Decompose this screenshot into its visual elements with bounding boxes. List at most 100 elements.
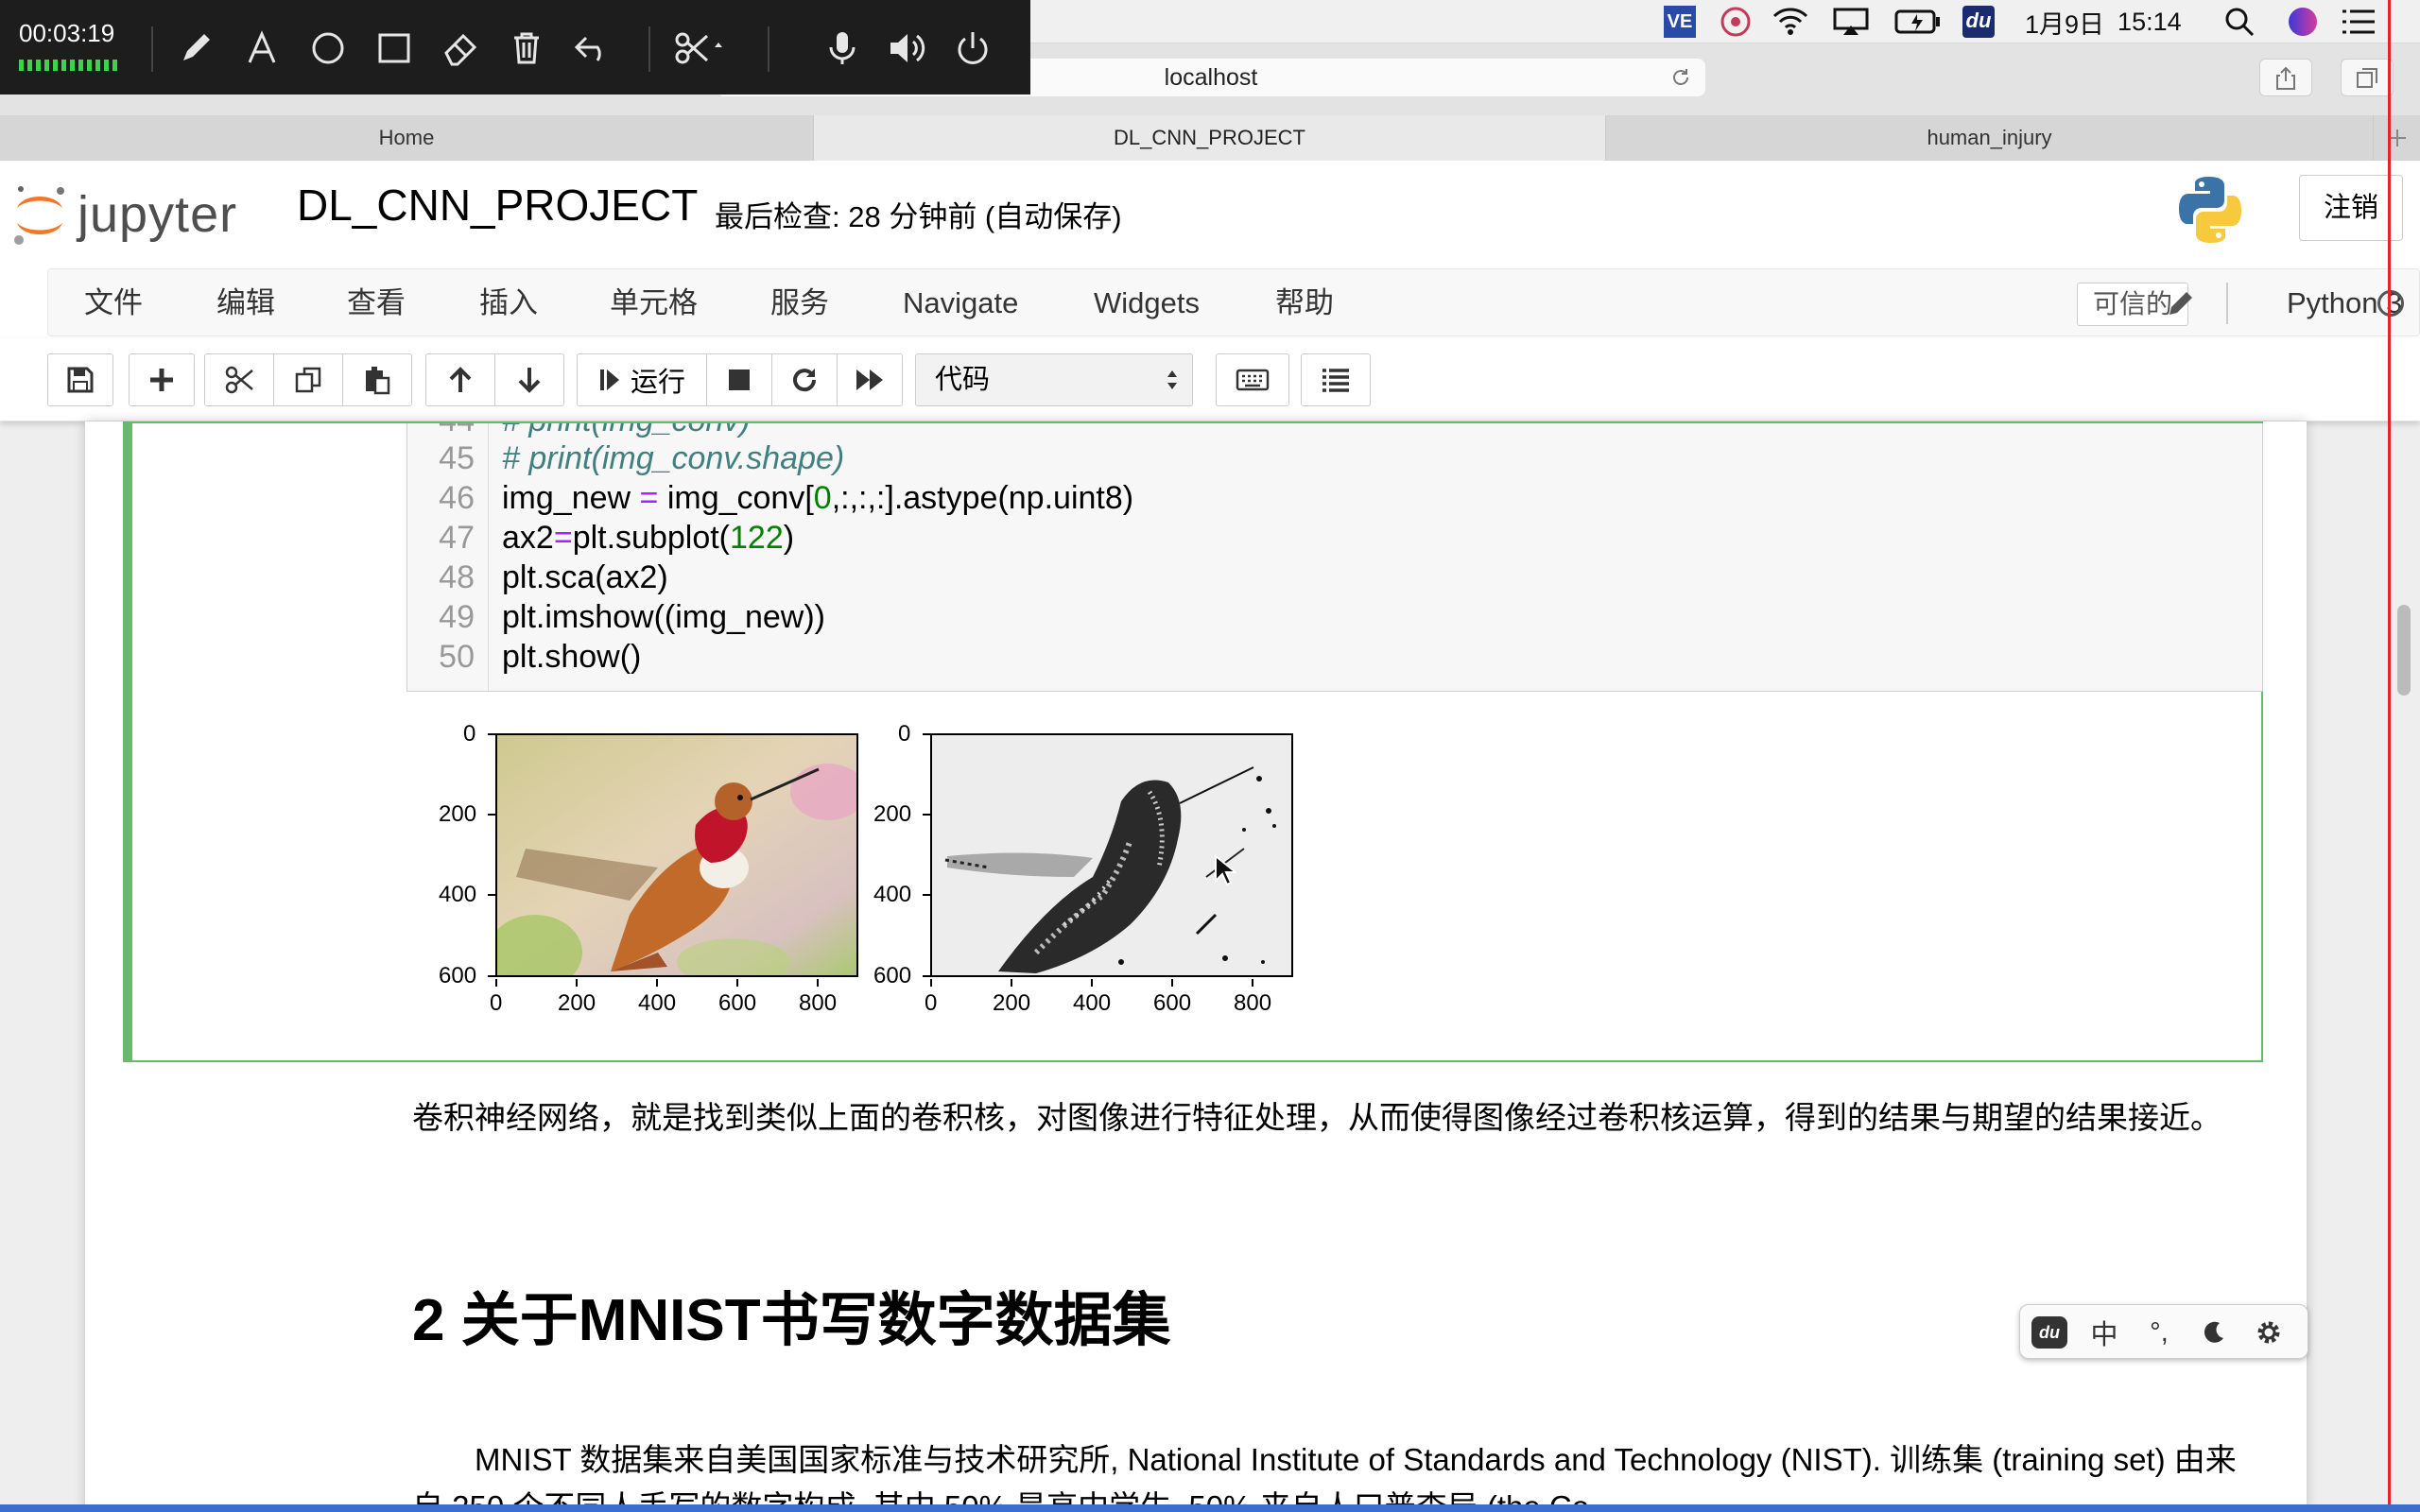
menu-file[interactable]: 文件	[84, 269, 143, 337]
page-scrollbar-thumb[interactable]	[2397, 605, 2411, 696]
gear-icon[interactable]	[2249, 1313, 2289, 1352]
x-tick-label: 200	[558, 990, 596, 1016]
x-tick-label: 600	[1153, 990, 1192, 1016]
notebook-title[interactable]: DL_CNN_PROJECT	[297, 180, 698, 231]
code-cell-selected[interactable]: 44 45 46 47 48 49 50 # print(img_conv) #…	[123, 421, 2263, 1062]
code-line: # print(img_conv)	[502, 423, 751, 439]
dock-edge	[0, 1504, 2420, 1512]
airplay-icon[interactable]	[1832, 0, 1870, 43]
tab-label: DL_CNN_PROJECT	[1114, 126, 1305, 149]
chinese-mode-toggle[interactable]: 中	[2084, 1313, 2124, 1352]
du-icon[interactable]: du	[1962, 0, 1995, 43]
edit-pencil-icon[interactable]	[2166, 288, 2196, 318]
menubar-date: 1月9日	[2025, 9, 2105, 39]
x-tick-label: 0	[925, 990, 938, 1016]
tab-home[interactable]: Home	[0, 115, 814, 161]
y-tick-label: 600	[439, 963, 477, 988]
line-number: 46	[439, 480, 475, 516]
text-icon[interactable]	[242, 28, 282, 68]
menu-help[interactable]: 帮助	[1275, 269, 1334, 337]
copy-icon	[295, 367, 321, 393]
menu-kernel[interactable]: 服务	[770, 269, 829, 337]
jupyter-logo[interactable]: jupyter	[11, 178, 257, 253]
save-button[interactable]	[47, 353, 113, 406]
list-icon[interactable]	[2341, 0, 2377, 43]
clock[interactable]: 1月9日 15:14	[2025, 0, 2182, 43]
restart-button[interactable]	[771, 353, 838, 406]
speaker-icon[interactable]	[887, 28, 926, 68]
run-button[interactable]: 运行	[577, 353, 707, 406]
pen-icon[interactable]	[176, 28, 216, 68]
line-number: 47	[439, 520, 475, 556]
code-line: plt.show()	[502, 639, 642, 675]
x-tick-label: 0	[490, 990, 503, 1016]
paste-button[interactable]	[342, 353, 412, 406]
menu-cell[interactable]: 单元格	[610, 269, 698, 337]
tab-human-injury[interactable]: human_injury	[1606, 115, 2374, 161]
menu-widgets[interactable]: Widgets	[1094, 269, 1200, 337]
reload-icon[interactable]	[1669, 66, 1692, 89]
copy-button[interactable]	[273, 353, 343, 406]
punctuation-toggle[interactable]: °,	[2139, 1313, 2179, 1352]
trash-icon[interactable]	[507, 28, 546, 68]
menu-edit[interactable]: 编辑	[216, 269, 275, 337]
line-number: 50	[439, 639, 475, 675]
screen-recorder-panel: 00:03:19	[0, 0, 1030, 94]
mouse-cursor-icon	[1215, 854, 1236, 886]
cell-output-plot: 0 200 400 600 0 200 400 600 800 0 200 40…	[406, 707, 1446, 1057]
keyboard-icon	[1236, 369, 1270, 391]
x-tick-label: 200	[993, 990, 1031, 1016]
circle-icon[interactable]	[308, 28, 348, 68]
du-icon[interactable]: du	[2030, 1313, 2069, 1352]
rectangle-icon[interactable]	[374, 28, 414, 68]
y-tick-label: 400	[439, 882, 477, 907]
cell-type-value: 代码	[935, 365, 991, 395]
tab-label: Home	[378, 126, 435, 149]
python-logo-icon	[2176, 174, 2244, 246]
ve-icon[interactable]: VE	[1664, 0, 1696, 43]
x-tick-label: 400	[1073, 990, 1112, 1016]
insert-cell-button[interactable]	[129, 353, 195, 406]
move-up-button[interactable]	[425, 353, 495, 406]
undo-icon[interactable]	[573, 28, 613, 68]
cell-type-select[interactable]: 代码	[915, 353, 1193, 406]
recording-timer: 00:03:19	[19, 19, 115, 47]
jupyter-menubar-wrapper: 文件 编辑 查看 插入 单元格 服务 Navigate Widgets 帮助 可…	[0, 266, 2420, 338]
y-tick-label: 0	[898, 721, 911, 747]
microphone-icon[interactable]	[822, 28, 862, 68]
tabs-overview-button[interactable]	[2341, 59, 2394, 96]
fan-icon[interactable]	[1719, 0, 1753, 43]
markdown-paragraph-mnist: MNIST 数据集来自美国国家标准与技术研究所, National Instit…	[412, 1442, 2237, 1512]
line-number: 48	[439, 559, 475, 595]
hummingbird-convolved-edges	[930, 733, 1293, 977]
menu-insert[interactable]: 插入	[479, 269, 538, 337]
power-icon[interactable]	[953, 28, 993, 68]
wifi-icon[interactable]	[1772, 0, 1809, 43]
cut-button[interactable]	[204, 353, 274, 406]
menu-navigate[interactable]: Navigate	[903, 269, 1018, 337]
new-tab-button[interactable]	[2374, 115, 2420, 161]
code-editor[interactable]: 44 45 46 47 48 49 50 # print(img_conv) #…	[406, 423, 2263, 692]
menubar-time: 15:14	[2118, 7, 2182, 36]
tab-dl-cnn-project[interactable]: DL_CNN_PROJECT	[814, 115, 1606, 161]
moon-icon[interactable]	[2194, 1313, 2234, 1352]
plus-icon	[150, 369, 173, 391]
arrow-up-icon	[449, 367, 472, 392]
move-down-button[interactable]	[494, 353, 564, 406]
code-line: ax2=plt.subplot(122)	[502, 520, 795, 556]
scissors-icon[interactable]	[673, 28, 730, 68]
battery-icon[interactable]	[1894, 0, 1942, 43]
y-tick-label: 0	[463, 721, 476, 747]
interrupt-button[interactable]	[706, 353, 772, 406]
eraser-icon[interactable]	[441, 28, 480, 68]
share-button[interactable]	[2259, 59, 2312, 96]
menu-view[interactable]: 查看	[347, 269, 406, 337]
x-tick-label: 800	[1234, 990, 1272, 1016]
spotlight-icon[interactable]	[2223, 0, 2256, 43]
command-palette-button[interactable]	[1216, 353, 1289, 406]
table-of-contents-button[interactable]	[1301, 353, 1371, 406]
stop-icon	[729, 369, 750, 390]
siri-icon[interactable]	[2286, 0, 2320, 43]
restart-run-all-button[interactable]	[837, 353, 903, 406]
code-line: plt.imshow((img_new))	[502, 599, 825, 635]
